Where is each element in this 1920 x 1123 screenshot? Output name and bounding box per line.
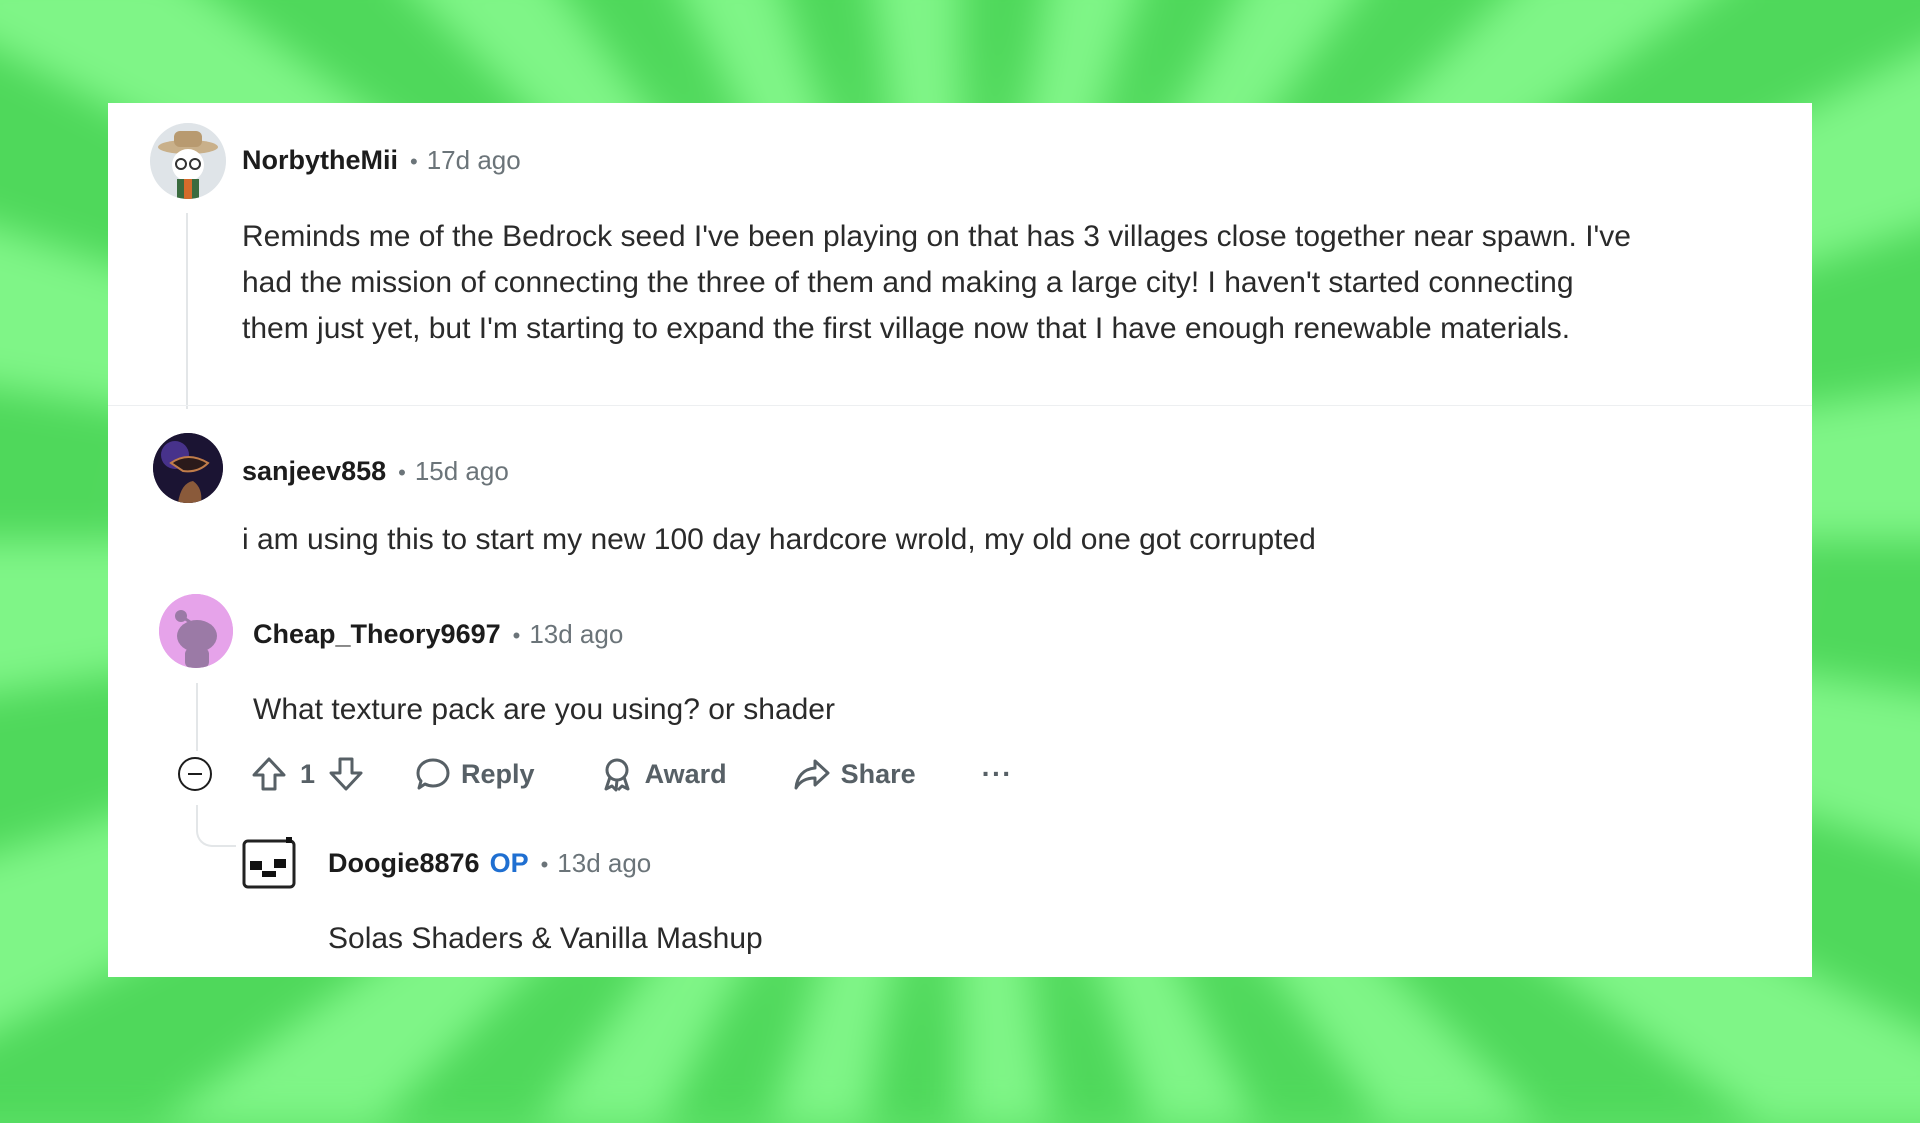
comment-meta: Doogie8876 OP • 13d ago: [328, 848, 651, 879]
upvote-button[interactable]: [250, 755, 288, 793]
reply-button[interactable]: Reply: [415, 756, 535, 792]
share-button[interactable]: Share: [793, 756, 916, 792]
comment-meta: Cheap_Theory9697 • 13d ago: [253, 619, 623, 650]
share-label: Share: [840, 758, 916, 789]
separator-dot: •: [410, 149, 418, 174]
separator-dot: •: [512, 623, 521, 648]
thread-line[interactable]: [186, 213, 188, 409]
comment-body: Solas Shaders & Vanilla Mashup: [328, 922, 763, 955]
reply-label: Reply: [461, 758, 535, 789]
downvote-button[interactable]: [327, 755, 365, 793]
timestamp[interactable]: 15d ago: [415, 456, 509, 487]
avatar[interactable]: [242, 835, 298, 891]
comment-body: Reminds me of the Bedrock seed I've been…: [242, 220, 1631, 345]
award-button[interactable]: Award: [599, 756, 727, 792]
speech-bubble-icon: [416, 758, 450, 790]
comment-thread-card: NorbytheMii • 17d ago Reminds me of the …: [108, 103, 1812, 977]
comment-body: What texture pack are you using? or shad…: [253, 693, 835, 726]
comment-meta: NorbytheMii • 17d ago: [242, 145, 521, 176]
minus-icon: [188, 772, 202, 776]
comment-cheap-theory9697: Cheap_Theory9697 • 13d ago What texture …: [108, 573, 1812, 847]
share-arrow-icon: [794, 759, 830, 790]
pixel-panda-avatar-icon: [242, 837, 296, 889]
op-badge: OP: [489, 848, 529, 878]
more-options-button[interactable]: ···: [982, 758, 1013, 790]
thread-line[interactable]: [196, 683, 198, 751]
avatar[interactable]: [159, 594, 233, 668]
author-name[interactable]: sanjeev858: [242, 456, 386, 487]
avatar[interactable]: [153, 433, 223, 503]
author-name[interactable]: Cheap_Theory9697: [253, 619, 501, 650]
separator-dot: •: [540, 852, 549, 877]
cowboy-hat-avatar-icon: [150, 123, 226, 199]
vote-count: 1: [300, 759, 315, 790]
comment-doogie8876: Doogie8876 OP • 13d ago Solas Shaders & …: [108, 818, 1812, 977]
more-options-icon: ···: [981, 758, 1013, 789]
timestamp[interactable]: 13d ago: [557, 848, 651, 879]
award-ribbon-icon: [604, 758, 630, 792]
author-name[interactable]: Doogie8876: [328, 848, 480, 879]
author-name[interactable]: NorbytheMii: [242, 145, 398, 176]
comment-norbythemii: NorbytheMii • 17d ago Reminds me of the …: [108, 103, 1812, 409]
comment-sanjeev858: sanjeev858 • 15d ago i am using this to …: [108, 406, 1812, 556]
award-label: Award: [644, 758, 727, 789]
timestamp[interactable]: 17d ago: [427, 145, 521, 176]
avatar[interactable]: [150, 123, 226, 199]
vote-count-value: 1: [300, 758, 316, 789]
comment-actions: 1 Reply Award Share ···: [250, 755, 1013, 793]
timestamp[interactable]: 13d ago: [529, 619, 623, 650]
collapse-thread-button[interactable]: [178, 757, 212, 791]
comment-body: i am using this to start my new 100 day …: [242, 523, 1316, 556]
downvote-arrow-icon: [329, 757, 363, 791]
separator-dot: •: [398, 460, 406, 485]
upvote-arrow-icon: [252, 757, 286, 791]
dark-character-avatar-icon: [153, 433, 223, 503]
reddit-snoo-avatar-icon: [159, 594, 233, 668]
comment-meta: sanjeev858 • 15d ago: [242, 456, 509, 487]
